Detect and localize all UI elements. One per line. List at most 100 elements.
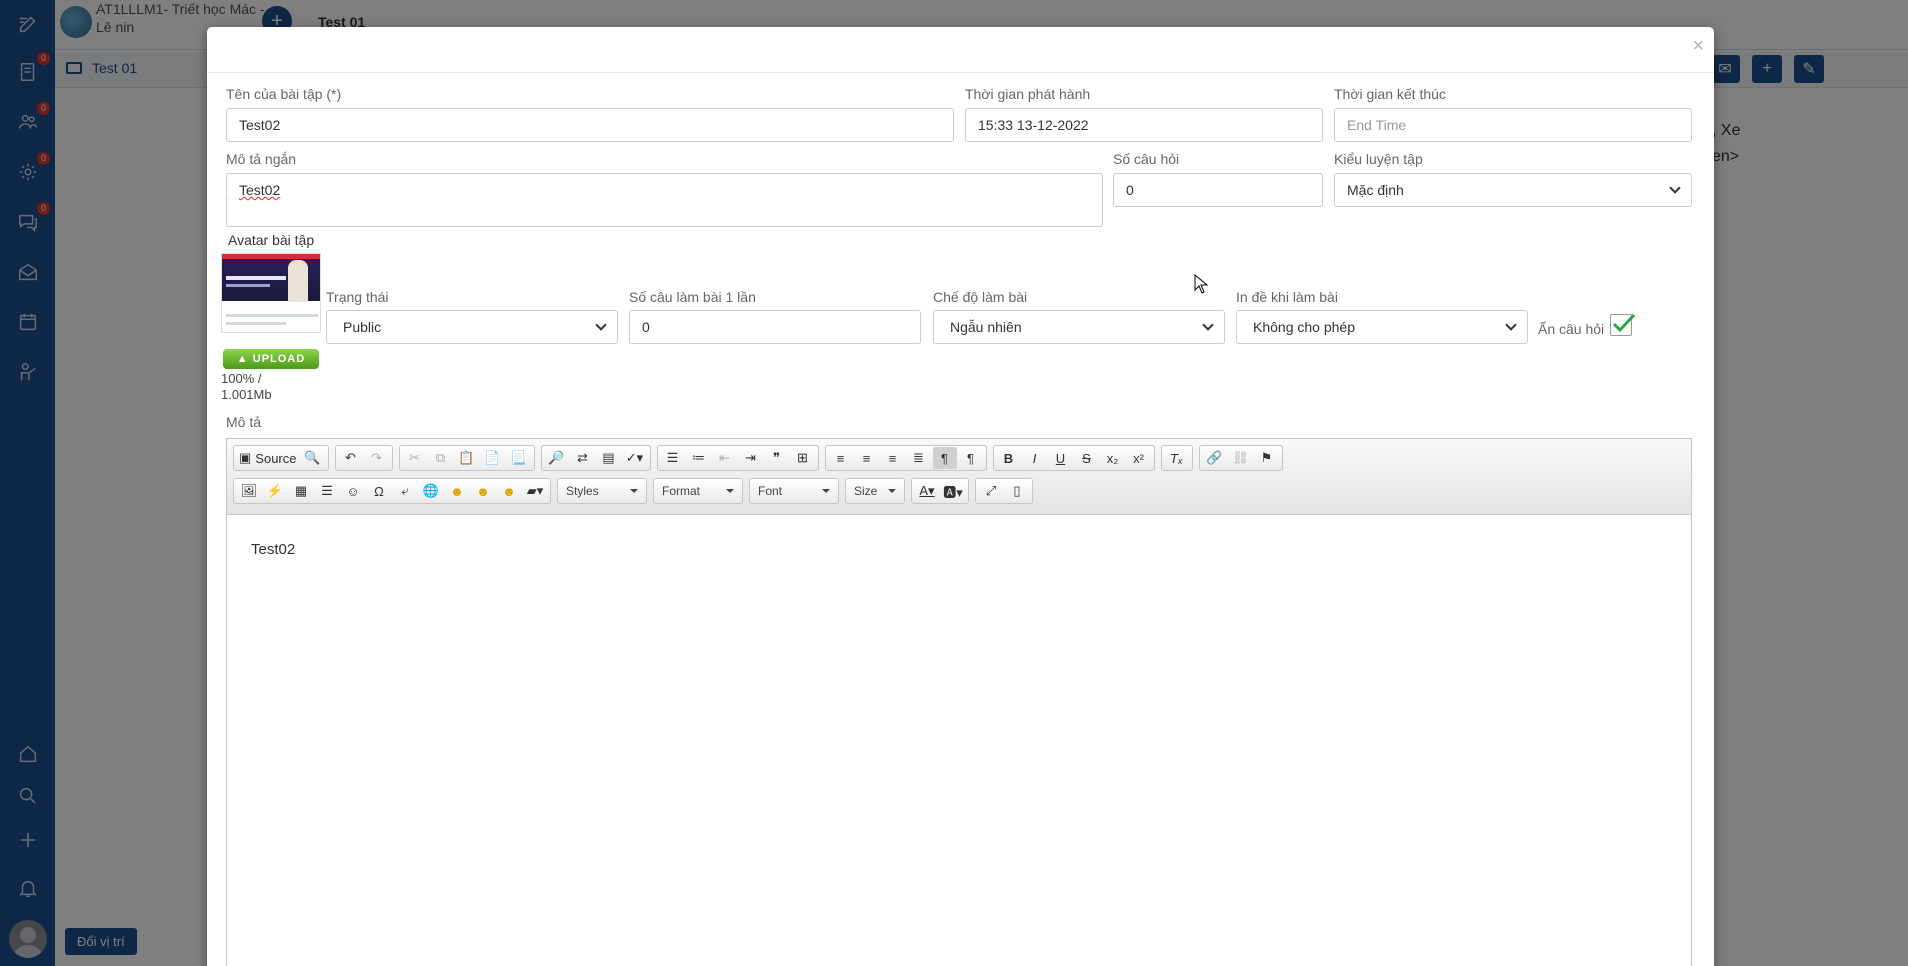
end-time-input[interactable]	[1334, 108, 1692, 142]
page-break-icon[interactable]: ⤶	[393, 480, 417, 502]
font-dropdown[interactable]: Font	[749, 478, 839, 504]
chevron-down-icon	[726, 489, 734, 493]
release-time-label: Thời gian phát hành	[965, 86, 1091, 102]
cut-icon[interactable]: ✂	[403, 447, 427, 469]
justify-icon[interactable]: ≣	[907, 447, 931, 469]
emoji-3-icon[interactable]: ☻	[497, 480, 521, 502]
table-icon[interactable]: ▦	[289, 480, 313, 502]
source-icon: ▣	[239, 450, 252, 465]
emoji-icon[interactable]: ☻	[445, 480, 469, 502]
copy-icon[interactable]: ⧉	[429, 447, 453, 469]
short-description-textarea[interactable]: Test02	[226, 173, 1103, 227]
remove-format-icon[interactable]: Tₓ	[1165, 447, 1189, 469]
size-dropdown[interactable]: Size	[845, 478, 905, 504]
redo-icon[interactable]: ↷	[365, 447, 389, 469]
rich-text-editor: ▣ Source 🔍 ↶ ↷ ✂ ⧉ 📋 📄 📃 🔎 ⇄ ▤ ✓▾ ☰ ≔ ⇤ …	[226, 438, 1692, 966]
format-dropdown[interactable]: Format	[653, 478, 743, 504]
bulleted-list-icon[interactable]: ≔	[687, 447, 711, 469]
subscript-icon[interactable]: x₂	[1101, 447, 1125, 469]
close-button[interactable]: ×	[1692, 35, 1704, 58]
superscript-icon[interactable]: x²	[1127, 447, 1151, 469]
chevron-down-icon	[1669, 182, 1681, 194]
paste-word-icon[interactable]: 📃	[507, 447, 531, 469]
mode-label: Chế độ làm bài	[933, 289, 1028, 305]
indent-icon[interactable]: ⇥	[739, 447, 763, 469]
practice-type-select[interactable]: Mặc định	[1334, 173, 1692, 207]
unlink-icon[interactable]: ⛓	[1229, 447, 1253, 469]
horizontal-line-icon[interactable]: ☰	[315, 480, 339, 502]
bold-icon[interactable]: B	[997, 447, 1021, 469]
iframe-icon[interactable]: 🌐	[419, 480, 443, 502]
strikethrough-icon[interactable]: S	[1075, 447, 1099, 469]
chevron-down-icon	[595, 319, 607, 331]
upload-progress: 100% /1.001Mb	[221, 371, 272, 402]
numbered-list-icon[interactable]: ☰	[661, 447, 685, 469]
italic-icon[interactable]: I	[1023, 447, 1047, 469]
print-select[interactable]: Không cho phép	[1236, 310, 1528, 344]
chevron-down-icon	[822, 489, 830, 493]
avatar-image	[221, 253, 321, 333]
flash-icon[interactable]: ⚡	[263, 480, 287, 502]
replace-icon[interactable]: ⇄	[571, 447, 595, 469]
text-color-icon[interactable]: A▾	[915, 480, 939, 502]
find-icon[interactable]: 🔎	[545, 447, 569, 469]
mode-select[interactable]: Ngẫu nhiên	[933, 310, 1225, 344]
question-count-label: Số câu hỏi	[1113, 151, 1180, 167]
spellcheck-icon[interactable]: ✓▾	[623, 447, 647, 469]
blockquote-icon[interactable]: ❞	[765, 447, 789, 469]
end-time-label: Thời gian kết thúc	[1334, 86, 1446, 102]
upload-button[interactable]: ▲ UPLOAD	[223, 349, 319, 369]
print-label: In đề khi làm bài	[1236, 289, 1338, 305]
templates-icon[interactable]: ▰▾	[523, 480, 547, 502]
chevron-down-icon	[1505, 319, 1517, 331]
upload-icon: ▲	[236, 353, 253, 365]
editor-content[interactable]: Test02	[227, 515, 1691, 584]
questions-per-attempt-input[interactable]	[629, 310, 921, 344]
select-all-icon[interactable]: ▤	[597, 447, 621, 469]
maximize-icon[interactable]: ⤢	[979, 480, 1003, 502]
mouse-cursor-icon	[1194, 274, 1208, 294]
align-left-icon[interactable]: ≡	[829, 447, 853, 469]
chevron-down-icon	[630, 489, 638, 493]
preview-icon[interactable]: 🔍	[301, 447, 325, 469]
chevron-down-icon	[1202, 319, 1214, 331]
emoji-2-icon[interactable]: ☻	[471, 480, 495, 502]
link-icon[interactable]: 🔗	[1203, 447, 1227, 469]
question-count-input[interactable]	[1113, 173, 1323, 207]
ltr-icon[interactable]: ¶	[932, 447, 957, 469]
modal-header: ×	[207, 27, 1714, 73]
name-input[interactable]	[226, 108, 954, 142]
anchor-icon[interactable]: ⚑	[1255, 447, 1279, 469]
background-color-icon[interactable]: 🅰▾	[941, 480, 965, 502]
hide-question-checkbox[interactable]	[1610, 313, 1636, 336]
practice-type-label: Kiểu luyện tập	[1334, 151, 1423, 167]
editor-toolbar: ▣ Source 🔍 ↶ ↷ ✂ ⧉ 📋 📄 📃 🔎 ⇄ ▤ ✓▾ ☰ ≔ ⇤ …	[227, 439, 1691, 515]
align-center-icon[interactable]: ≡	[855, 447, 879, 469]
align-right-icon[interactable]: ≡	[881, 447, 905, 469]
name-label: Tên của bài tập (*)	[226, 86, 342, 102]
styles-dropdown[interactable]: Styles	[557, 478, 647, 504]
short-description-label: Mô tả ngắn	[226, 151, 297, 167]
undo-icon[interactable]: ↶	[339, 447, 363, 469]
smiley-icon[interactable]: ☺	[341, 480, 365, 502]
description-label: Mô tả	[226, 414, 262, 430]
chevron-down-icon	[888, 489, 896, 493]
status-select[interactable]: Public	[326, 310, 618, 344]
exercise-modal: × Tên của bài tập (*) Thời gian phát hàn…	[207, 27, 1714, 966]
paste-icon[interactable]: 📋	[455, 447, 479, 469]
paste-text-icon[interactable]: 📄	[481, 447, 505, 469]
special-char-icon[interactable]: Ω	[367, 480, 391, 502]
status-label: Trạng thái	[326, 289, 389, 305]
outdent-icon[interactable]: ⇤	[713, 447, 737, 469]
check-icon	[1612, 313, 1636, 333]
hide-question-label: Ẩn câu hỏi	[1538, 321, 1605, 337]
source-button[interactable]: ▣ Source	[237, 447, 299, 469]
div-icon[interactable]: ⊞	[791, 447, 815, 469]
avatar-label: Avatar bài tập	[228, 232, 315, 248]
show-blocks-icon[interactable]: ▯	[1005, 480, 1029, 502]
release-time-input[interactable]	[965, 108, 1323, 142]
underline-icon[interactable]: U	[1049, 447, 1073, 469]
rtl-icon[interactable]: ¶	[959, 447, 983, 469]
image-icon[interactable]: 🖼	[237, 480, 261, 502]
questions-per-attempt-label: Số câu làm bài 1 lần	[629, 289, 756, 305]
